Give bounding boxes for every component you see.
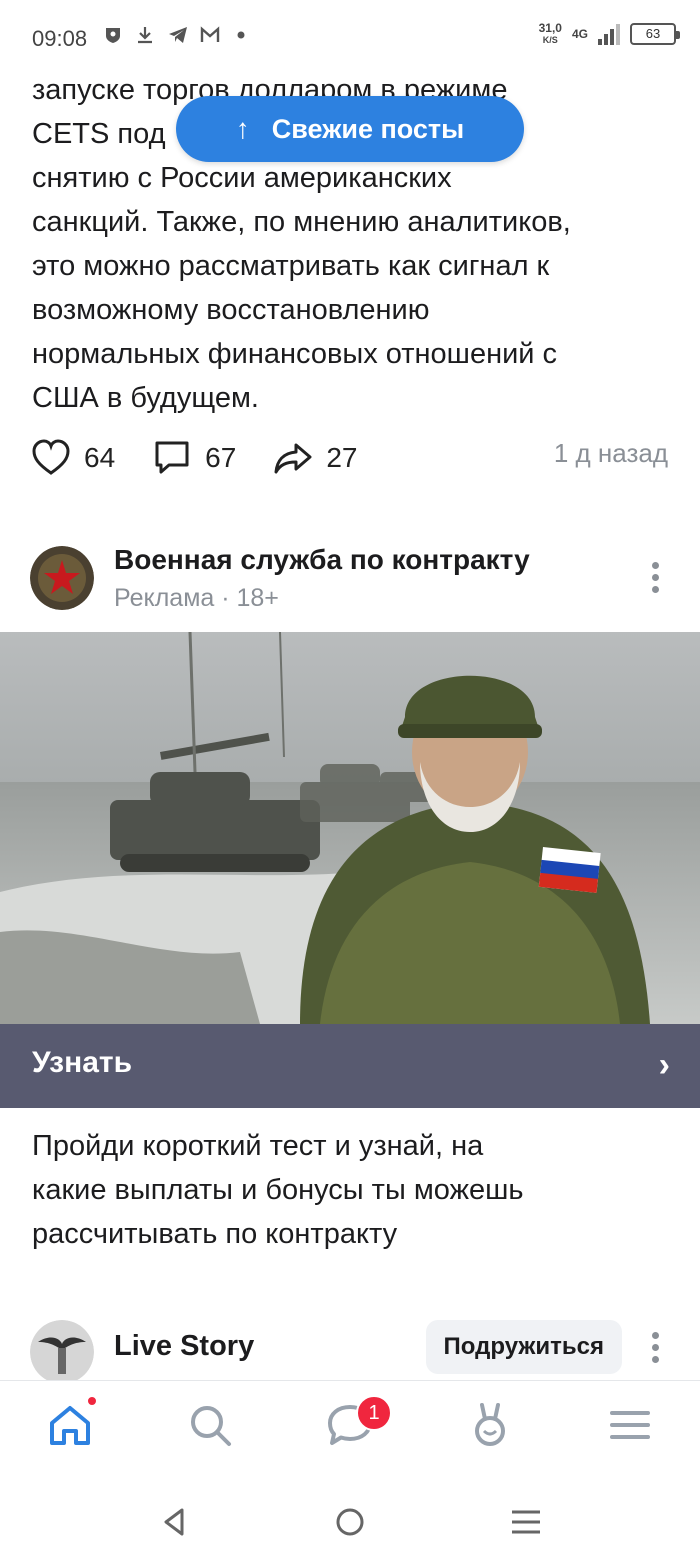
home-icon <box>50 1406 90 1445</box>
status-bar: 09:08 31,0 K/S 4G 63 <box>0 0 700 78</box>
share-button[interactable]: 27 <box>272 437 357 479</box>
signal-icon <box>598 23 620 45</box>
comment-button[interactable]: 67 <box>151 437 236 479</box>
gmail-icon <box>200 26 220 44</box>
ad-description: Пройди короткий тест и узнай, на какие в… <box>32 1124 672 1256</box>
dot-icon <box>232 26 250 44</box>
post-text-line: это можно рассматривать как сигнал к <box>32 250 550 282</box>
story-author[interactable]: Live Story <box>114 1330 254 1363</box>
speed-unit: K/S <box>542 35 558 45</box>
shares-count: 27 <box>326 442 358 473</box>
recents-icon <box>512 1510 540 1534</box>
ad-description-line: какие выплаты и бонусы ты можешь <box>32 1174 524 1206</box>
comment-icon <box>155 441 189 474</box>
ad-title[interactable]: Военная служба по контракту <box>114 544 530 576</box>
learn-more-button[interactable]: Узнать › <box>0 1024 700 1108</box>
share-icon <box>274 443 312 474</box>
arrow-up-icon: ↑ <box>235 113 250 144</box>
back-button[interactable] <box>156 1504 192 1540</box>
network-speed: 31,0 K/S <box>539 22 562 46</box>
download-icon <box>136 26 154 44</box>
learn-more-label: Узнать <box>32 1046 133 1079</box>
status-system-icons: 31,0 K/S 4G 63 <box>539 22 680 46</box>
search-tab[interactable] <box>186 1401 234 1449</box>
ad-avatar[interactable] <box>30 546 94 610</box>
menu-tab[interactable] <box>606 1401 654 1449</box>
ad-description-line: Пройди короткий тест и узнай, на <box>32 1130 484 1162</box>
story-avatar[interactable] <box>30 1320 94 1384</box>
likes-count: 64 <box>84 442 116 473</box>
ad-subtitle: Реклама · 18+ <box>114 584 279 612</box>
status-notification-icons <box>104 26 250 44</box>
clips-tab[interactable] <box>466 1401 514 1449</box>
post-text-line: санкций. Также, по мнению аналитиков, <box>32 206 571 238</box>
back-icon <box>164 1508 184 1536</box>
clips-icon <box>475 1403 505 1446</box>
fresh-posts-button[interactable]: ↑ Свежие посты <box>176 96 524 162</box>
home-system-button[interactable] <box>332 1504 368 1540</box>
post-actions: 64 67 27 1 д назад <box>30 436 670 480</box>
home-tab[interactable] <box>46 1395 98 1449</box>
chevron-right-icon: › <box>658 1046 670 1084</box>
next-post-header: Live Story Подружиться <box>30 1316 670 1384</box>
ad-header: Военная служба по контракту Реклама · 18… <box>30 542 670 612</box>
ad-description-line: рассчитывать по контракту <box>32 1218 398 1250</box>
like-button[interactable]: 64 <box>30 437 115 479</box>
battery-icon: 63 <box>630 23 680 45</box>
search-icon <box>191 1406 231 1446</box>
more-options-icon[interactable] <box>652 1332 660 1363</box>
messages-badge: 1 <box>356 1395 392 1431</box>
fresh-posts-label: Свежие посты <box>271 113 465 144</box>
bottom-navigation: 1 <box>0 1380 700 1474</box>
comments-count: 67 <box>205 442 237 473</box>
post-time: 1 д назад <box>553 438 668 468</box>
shield-icon <box>104 26 122 44</box>
add-friend-button[interactable]: Подружиться <box>425 1320 622 1374</box>
home-circle-icon <box>336 1508 364 1536</box>
speed-value: 31,0 <box>538 21 562 35</box>
post-text-line: возможному восстановлению <box>32 294 430 326</box>
more-options-icon[interactable] <box>652 562 660 593</box>
post-text-line: снятию с России американских <box>32 162 452 194</box>
post-text-line: нормальных финансовых отношений с <box>32 338 558 370</box>
system-navigation <box>0 1474 700 1567</box>
telegram-icon <box>168 26 187 44</box>
network-type: 4G <box>571 27 588 41</box>
heart-icon <box>32 439 70 475</box>
home-badge-dot <box>86 1395 98 1407</box>
messages-tab[interactable]: 1 <box>326 1395 392 1449</box>
ad-image[interactable] <box>0 632 700 1024</box>
status-time: 09:08 <box>32 26 88 51</box>
post-text-line: США в будущем. <box>32 382 259 414</box>
menu-icon <box>610 1411 650 1439</box>
recents-button[interactable] <box>508 1504 544 1540</box>
